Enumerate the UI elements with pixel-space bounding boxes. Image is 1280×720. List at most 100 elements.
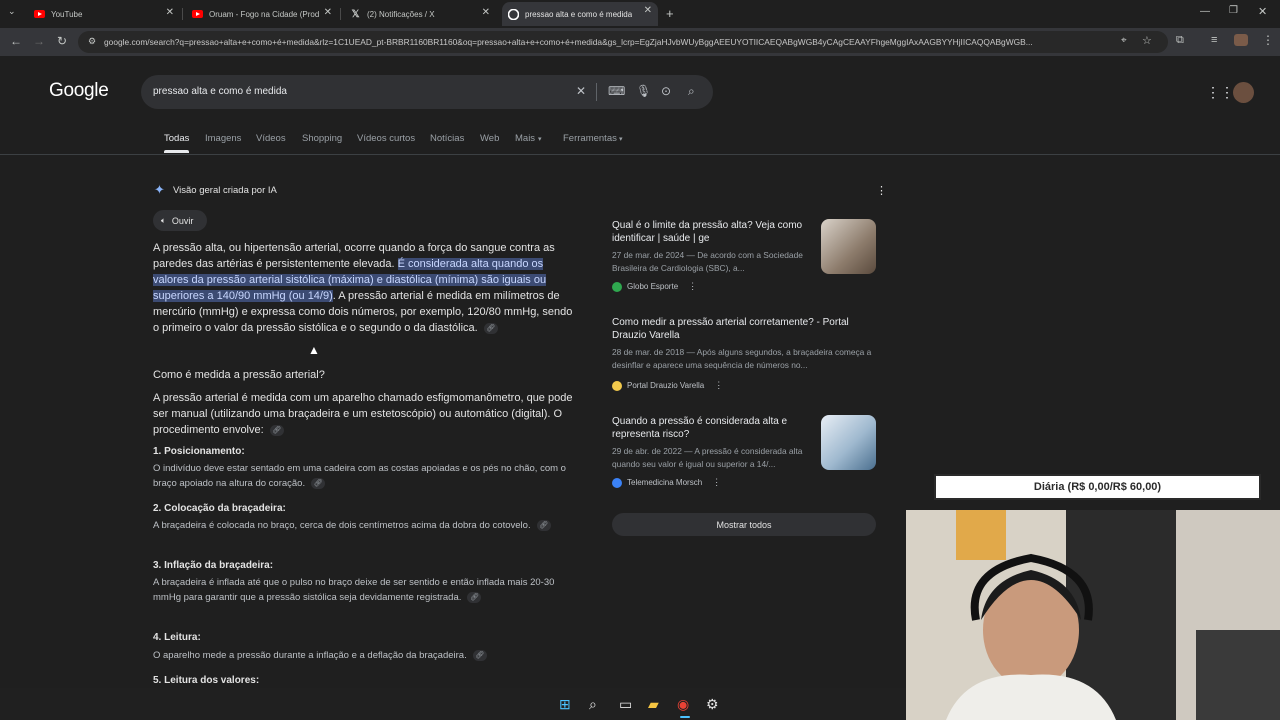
- file-explorer-icon[interactable]: ▰: [648, 696, 659, 713]
- site-info-icon[interactable]: ⚙: [88, 36, 96, 47]
- minimize-icon[interactable]: —: [1200, 6, 1210, 17]
- listen-button[interactable]: 🔈︎ Ouvir: [153, 210, 207, 231]
- step-text: O indivíduo deve estar sentado em uma ca…: [153, 461, 573, 491]
- tab-images[interactable]: Imagens: [205, 133, 241, 144]
- apps-grid-icon[interactable]: ⋮⋮: [1206, 84, 1234, 101]
- source-title[interactable]: Como medir a pressão arterial corretamen…: [612, 316, 874, 342]
- source-site[interactable]: Globo Esporte ⋮: [612, 281, 697, 292]
- step-text-content: O aparelho mede a pressão durante a infl…: [153, 650, 467, 661]
- reload-icon[interactable]: ↻: [57, 34, 67, 48]
- show-all-button[interactable]: Mostrar todos: [612, 513, 876, 536]
- chrome-icon[interactable]: ◉: [677, 696, 689, 713]
- browser-menu-icon[interactable]: ⋮: [1262, 33, 1274, 47]
- source-site-name: Telemedicina Morsch: [627, 478, 703, 487]
- chevron-down-icon: ▾: [538, 136, 542, 143]
- restore-icon[interactable]: ❐: [1229, 5, 1238, 16]
- reading-list-icon[interactable]: ≡: [1211, 34, 1217, 46]
- close-icon[interactable]: ✕: [644, 5, 652, 16]
- tab-title: pressao alta e como é medida: [525, 9, 633, 19]
- tab-videos[interactable]: Vídeos: [256, 133, 286, 144]
- extensions-icon[interactable]: ⧉: [1176, 34, 1184, 47]
- mouse-cursor-icon: ▲: [308, 343, 320, 357]
- step-text: A braçadeira é inflada até que o pulso n…: [153, 575, 563, 605]
- close-window-icon[interactable]: ✕: [1258, 5, 1267, 18]
- source-thumbnail[interactable]: [821, 415, 876, 470]
- search-input[interactable]: pressao alta e como é medida: [153, 86, 287, 97]
- tab-title: Oruam - Fogo na Cidade (Prod: [209, 9, 319, 19]
- bookmark-star-icon[interactable]: ☆: [1142, 34, 1152, 47]
- tab-title: (2) Notificações / X: [367, 9, 435, 19]
- back-icon[interactable]: ←: [10, 34, 22, 48]
- step-title: 3. Inflação da braçadeira:: [153, 560, 274, 571]
- google-logo[interactable]: Google: [49, 80, 109, 102]
- webcam-feed: [906, 510, 1280, 720]
- tab-x-notifications[interactable]: 𝕏 (2) Notificações / X ✕: [344, 4, 496, 24]
- lens-icon[interactable]: ⊙: [661, 84, 671, 98]
- search-icon[interactable]: ⌕: [589, 696, 597, 713]
- link-icon[interactable]: 🔗︎: [483, 322, 498, 334]
- step-text-content: O indivíduo deve estar sentado em uma ca…: [153, 463, 566, 489]
- step-text-content: A braçadeira é colocada no braço, cerca …: [153, 520, 531, 531]
- tab-tools[interactable]: Ferramentas: [563, 133, 617, 144]
- settings-icon[interactable]: ⚙: [706, 696, 719, 713]
- tab-shopping[interactable]: Shopping: [302, 133, 342, 144]
- close-icon[interactable]: ✕: [324, 7, 332, 18]
- ai-overview-label: Visão geral criada por IA: [173, 185, 277, 196]
- source-title[interactable]: Qual é o limite da pressão alta? Veja co…: [612, 219, 812, 245]
- forward-icon[interactable]: →: [33, 34, 45, 48]
- profile-avatar[interactable]: [1234, 34, 1248, 46]
- windows-start-icon[interactable]: ⊞: [559, 696, 571, 713]
- link-icon[interactable]: 🔗︎: [467, 591, 482, 603]
- task-view-icon[interactable]: ▭: [619, 696, 632, 713]
- new-tab-button[interactable]: +: [666, 6, 674, 21]
- address-url[interactable]: google.com/search?q=pressao+alta+e+como+…: [104, 37, 1114, 47]
- step-title: 5. Leitura dos valores:: [153, 675, 260, 686]
- tab-google-search[interactable]: pressao alta e como é medida ✕: [502, 2, 658, 26]
- chevron-down-icon: ▾: [619, 136, 623, 143]
- x-icon: 𝕏: [351, 8, 360, 20]
- source-snippet: 27 de mar. de 2024 — De acordo com a Soc…: [612, 250, 803, 273]
- source-title[interactable]: Quando a pressão é considerada alta e re…: [612, 415, 812, 441]
- sparkle-icon: ✦: [154, 182, 165, 197]
- source-site[interactable]: Telemedicina Morsch ⋮: [612, 477, 721, 488]
- youtube-icon: [192, 9, 203, 20]
- source-site-name: Portal Drauzio Varella: [627, 381, 705, 390]
- google-icon: [508, 8, 519, 20]
- source-site[interactable]: Portal Drauzio Varella ⋮: [612, 380, 723, 391]
- site-favicon-icon: [612, 477, 622, 488]
- tab-more[interactable]: Mais: [515, 133, 535, 144]
- tab-web[interactable]: Web: [480, 133, 499, 144]
- microphone-icon[interactable]: 🎙︎: [636, 84, 651, 98]
- close-icon[interactable]: ✕: [482, 7, 490, 18]
- account-avatar[interactable]: [1233, 82, 1254, 103]
- step-title: 4. Leitura:: [153, 632, 201, 643]
- tab-short-videos[interactable]: Vídeos curtos: [357, 133, 415, 144]
- step-text-content: A braçadeira é inflada até que o pulso n…: [153, 577, 555, 603]
- tab-news[interactable]: Notícias: [430, 133, 464, 144]
- source-snippet: 29 de abr. de 2022 — A pressão é conside…: [612, 446, 803, 469]
- link-icon[interactable]: 🔗︎: [311, 477, 326, 489]
- header-divider: [0, 154, 1280, 155]
- keyboard-icon[interactable]: ⌨: [608, 84, 625, 98]
- search-icon[interactable]: ⌕: [688, 84, 695, 99]
- active-app-indicator: [680, 716, 690, 718]
- site-favicon-icon: [612, 281, 622, 292]
- link-icon[interactable]: 🔗︎: [536, 519, 551, 531]
- link-icon[interactable]: 🔗︎: [269, 424, 284, 436]
- tab-youtube[interactable]: YouTube ✕: [28, 4, 180, 24]
- more-options-icon[interactable]: ⋮: [712, 477, 721, 488]
- tab-all[interactable]: Todas: [164, 133, 189, 144]
- source-thumbnail[interactable]: [821, 219, 876, 274]
- step-text: O aparelho mede a pressão durante a infl…: [153, 648, 573, 663]
- more-options-icon[interactable]: ⋮: [876, 184, 887, 197]
- close-icon[interactable]: ✕: [166, 7, 174, 18]
- more-options-icon[interactable]: ⋮: [714, 380, 723, 391]
- clear-icon[interactable]: ✕: [576, 84, 586, 98]
- measurement-text: A pressão arterial é medida com um apare…: [153, 392, 573, 436]
- tab-oruam[interactable]: Oruam - Fogo na Cidade (Prod ✕: [186, 4, 338, 24]
- location-icon[interactable]: ⌖: [1121, 35, 1127, 46]
- more-options-icon[interactable]: ⋮: [688, 281, 697, 292]
- tab-search-chevron-icon[interactable]: ⌄: [8, 6, 16, 17]
- link-icon[interactable]: 🔗︎: [472, 649, 487, 661]
- step-text: A braçadeira é colocada no braço, cerca …: [153, 518, 553, 533]
